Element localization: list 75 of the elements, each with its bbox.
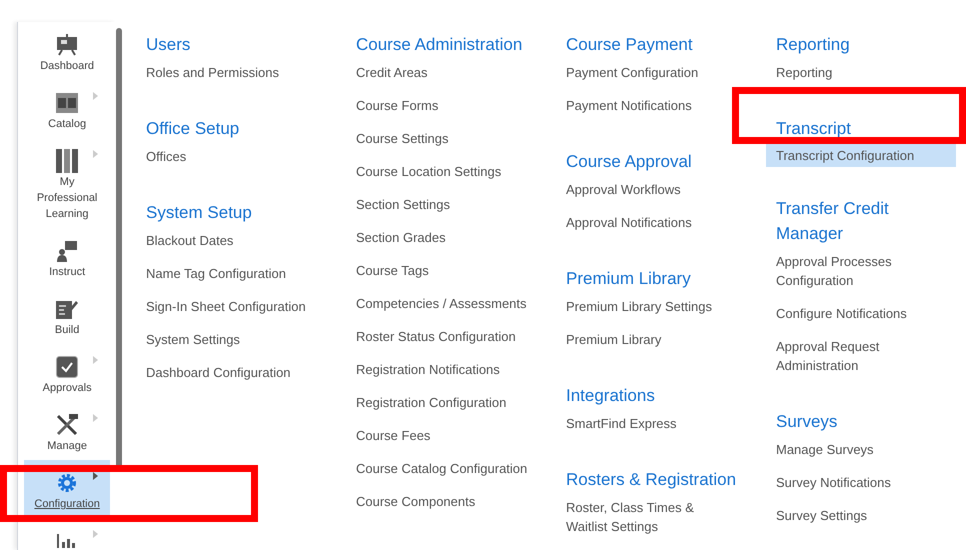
settings-link[interactable]: Course Forms (356, 96, 528, 115)
settings-link[interactable]: Payment Notifications (566, 96, 738, 115)
settings-link[interactable]: Survey Notifications (776, 473, 948, 492)
settings-link[interactable]: Approval Processes Configuration (776, 252, 948, 290)
settings-link[interactable]: Section Settings (356, 195, 528, 214)
section-heading: System Setup (146, 202, 253, 224)
settings-link[interactable]: Dashboard Configuration (146, 363, 318, 382)
settings-link[interactable]: Name Tag Configuration (146, 264, 318, 283)
nav-label: Dashboard (39, 59, 96, 74)
section-heading: Course Payment (566, 34, 694, 56)
nav-item[interactable]: My Professional Learning (24, 138, 110, 228)
section-heading: Premium Library (566, 268, 692, 290)
settings-link[interactable]: Approval Request Administration (776, 337, 948, 375)
easel-icon (56, 34, 78, 56)
section-heading: Transfer Credit Manager (776, 198, 890, 245)
settings-link[interactable]: Sign-In Sheet Configuration (146, 297, 318, 316)
settings-link[interactable]: Blackout Dates (146, 231, 318, 250)
settings-link[interactable]: Payment Configuration (566, 63, 738, 82)
presenter-icon (56, 240, 78, 262)
settings-link[interactable]: Course Location Settings (356, 162, 528, 181)
section-heading: Reporting (776, 34, 851, 56)
settings-link[interactable]: Credit Areas (356, 63, 528, 82)
checkbox-icon (56, 356, 78, 378)
settings-link[interactable]: Course Settings (356, 129, 528, 148)
nav-item[interactable]: Manage (24, 402, 110, 460)
settings-link[interactable]: Offices (146, 147, 318, 166)
nav-label: My Professional Learning (36, 175, 98, 222)
scrollbar[interactable] (116, 28, 122, 468)
settings-link[interactable]: Premium Library (566, 330, 738, 349)
nav-label: Catalog (47, 117, 88, 132)
section-heading: Transcript (776, 118, 852, 140)
settings-link[interactable]: Course Tags (356, 261, 528, 280)
tools-icon (55, 413, 80, 437)
section-heading: Users (146, 34, 192, 56)
settings-link[interactable]: Roles and Permissions (146, 63, 318, 82)
settings-link[interactable]: Approval Workflows (566, 180, 738, 199)
settings-link[interactable]: Survey Settings (776, 506, 948, 525)
settings-link[interactable]: SmartFind Express (566, 414, 738, 433)
nav-label: Approvals (42, 381, 93, 396)
settings-link[interactable]: Registration Notifications (356, 360, 528, 379)
catalog-icon (56, 93, 78, 113)
settings-link[interactable]: System Settings (146, 330, 318, 349)
settings-link[interactable]: Approval Notifications (566, 213, 738, 232)
settings-link[interactable]: Roster Status Configuration (356, 327, 528, 346)
nav-item[interactable]: Build (24, 286, 110, 344)
section-heading: Integrations (566, 385, 656, 407)
settings-link[interactable]: Registration Configuration (356, 393, 528, 412)
settings-link[interactable]: Section Grades (356, 228, 528, 247)
section-heading: Course Approval (566, 151, 693, 173)
nav-item[interactable]: Catalog (24, 80, 110, 138)
settings-link[interactable]: Manage Surveys (776, 440, 948, 459)
settings-link[interactable]: Transcript Configuration (766, 144, 956, 167)
settings-link[interactable]: Reporting (776, 63, 948, 82)
section-heading: Rosters & Registration (566, 469, 738, 491)
section-heading: Surveys (776, 411, 838, 433)
nav-label: Manage (46, 439, 88, 454)
settings-link[interactable]: Configure Notifications (776, 304, 948, 323)
nav-item[interactable]: Dashboard (24, 22, 110, 80)
section-heading: Office Setup (146, 118, 240, 140)
settings-link[interactable]: Roster, Class Times & Waitlist Settings (566, 498, 738, 536)
settings-link[interactable]: Premium Library Settings (566, 297, 738, 316)
nav-item[interactable]: Approvals (24, 344, 110, 402)
section-heading: Course Administration (356, 34, 524, 56)
gear-icon (56, 472, 78, 494)
edit-icon (56, 299, 78, 319)
nav-label: Build (54, 323, 80, 338)
settings-link[interactable]: Course Catalog Configuration (356, 459, 528, 478)
settings-link[interactable]: Competencies / Assessments (356, 294, 528, 313)
nav-label: Instruct (48, 265, 86, 280)
nav-item[interactable]: Instruct (24, 228, 110, 286)
settings-link[interactable]: Course Components (356, 492, 528, 511)
nav-label: Configuration (33, 497, 101, 512)
bar-chart-icon (57, 534, 78, 548)
settings-link[interactable]: Course Fees (356, 426, 528, 445)
books-icon (56, 149, 78, 173)
